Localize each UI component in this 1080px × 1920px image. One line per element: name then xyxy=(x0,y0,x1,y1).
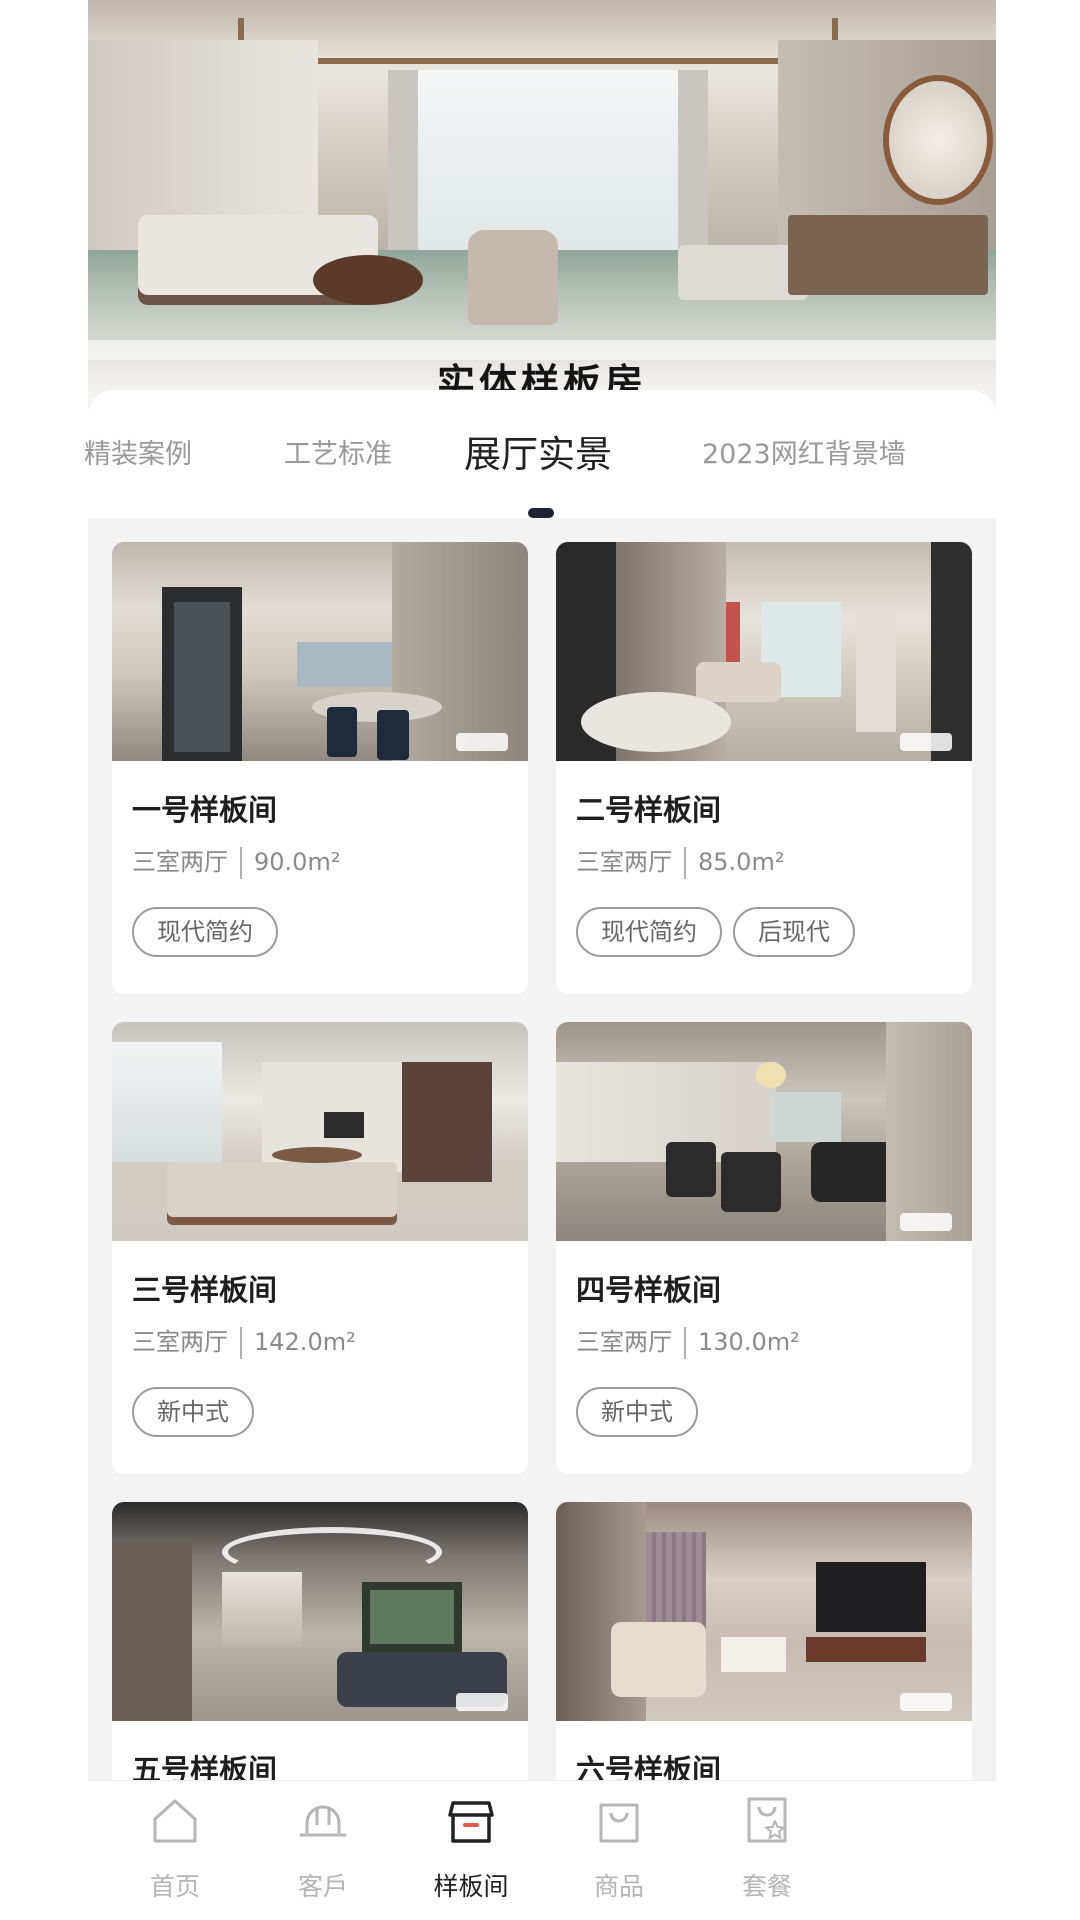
card-meta: 三室两厅 85.0m² xyxy=(576,842,784,879)
tab-label: 2023网红背景墙 xyxy=(702,439,906,470)
card-photo xyxy=(556,1502,972,1721)
style-tags: 新中式 xyxy=(132,1387,265,1437)
card-photo xyxy=(112,1022,528,1241)
banner-desk xyxy=(788,215,988,295)
meta-divider xyxy=(240,847,242,879)
tab-label: 展厅实景 xyxy=(464,433,612,476)
card-meta: 三室两厅 142.0m² xyxy=(132,1322,356,1359)
banner-armchair xyxy=(468,230,558,325)
showroom-grid: 一号样板间 三室两厅 90.0m² 现代简约 二号样板间 三室两厅 85.0m²… xyxy=(88,518,996,1780)
room-layout: 三室两厅 xyxy=(132,848,228,876)
room-area: 90.0m² xyxy=(254,848,341,876)
card-photo xyxy=(556,1022,972,1241)
card-photo xyxy=(556,542,972,761)
watermark-badge xyxy=(456,733,508,751)
card-photo xyxy=(112,542,528,761)
showroom-banner[interactable]: 实体样板房 xyxy=(88,0,996,410)
shopping-bag-icon xyxy=(599,1803,639,1843)
bottom-navigation: 首页 客戶 样板间 商品 套餐 xyxy=(88,1780,996,1920)
card-photo xyxy=(112,1502,528,1721)
meta-divider xyxy=(240,1327,242,1359)
style-tags: 现代简约 后现代 xyxy=(576,907,866,957)
tab-feature-walls[interactable]: 2023网红背景墙 xyxy=(702,390,906,520)
tab-finished-cases[interactable]: 精装案例 xyxy=(84,390,192,520)
showroom-card-6[interactable]: 六号样板间 xyxy=(556,1502,972,1780)
app-screen: 实体样板房 精装案例 工艺标准 展厅实景 2023网红背景墙 一号样板间 三室两… xyxy=(0,0,1080,1920)
store-icon xyxy=(448,1801,494,1843)
meta-divider xyxy=(684,847,686,879)
tab-label: 精装案例 xyxy=(84,439,192,470)
card-title: 五号样板间 xyxy=(132,1753,278,1780)
showroom-card-4[interactable]: 四号样板间 三室两厅 130.0m² 新中式 xyxy=(556,1022,972,1474)
showroom-card-1[interactable]: 一号样板间 三室两厅 90.0m² 现代简约 xyxy=(112,542,528,994)
style-tag[interactable]: 新中式 xyxy=(132,1387,254,1437)
card-title: 六号样板间 xyxy=(576,1753,722,1780)
helmet-icon xyxy=(299,1805,347,1837)
showroom-card-2[interactable]: 二号样板间 三室两厅 85.0m² 现代简约 后现代 xyxy=(556,542,972,994)
watermark-badge xyxy=(456,1693,508,1711)
nav-packages[interactable]: 套餐 xyxy=(677,1781,857,1920)
showroom-card-3[interactable]: 三号样板间 三室两厅 142.0m² 新中式 xyxy=(112,1022,528,1474)
room-photo xyxy=(556,542,972,761)
style-tag[interactable]: 现代简约 xyxy=(576,907,722,957)
room-layout: 三室两厅 xyxy=(132,1328,228,1356)
room-photo xyxy=(112,1502,528,1721)
showroom-card-5[interactable]: 五号样板间 xyxy=(112,1502,528,1780)
room-photo xyxy=(556,1502,972,1721)
card-title: 四号样板间 xyxy=(576,1273,722,1307)
room-area: 130.0m² xyxy=(698,1328,800,1356)
room-photo xyxy=(556,1022,972,1241)
style-tag[interactable]: 现代简约 xyxy=(132,907,278,957)
card-meta: 三室两厅 130.0m² xyxy=(576,1322,800,1359)
category-tabs: 精装案例 工艺标准 展厅实景 2023网红背景墙 xyxy=(84,390,996,520)
tab-craft-standards[interactable]: 工艺标准 xyxy=(284,390,392,520)
banner-ceiling-frame xyxy=(238,18,838,64)
room-photo xyxy=(112,542,528,761)
style-tag[interactable]: 后现代 xyxy=(733,907,855,957)
banner-round-mirror xyxy=(883,75,993,205)
room-area: 142.0m² xyxy=(254,1328,356,1356)
room-layout: 三室两厅 xyxy=(576,848,672,876)
card-title: 一号样板间 xyxy=(132,793,278,827)
package-star-icon xyxy=(747,1797,787,1843)
tab-label: 工艺标准 xyxy=(284,439,392,470)
style-tags: 现代简约 xyxy=(132,907,289,957)
style-tags: 新中式 xyxy=(576,1387,709,1437)
banner-coffee-table xyxy=(313,255,423,305)
meta-divider xyxy=(684,1327,686,1359)
tab-showroom[interactable]: 展厅实景 xyxy=(464,390,612,520)
room-photo xyxy=(112,1022,528,1241)
card-meta: 三室两厅 90.0m² xyxy=(132,842,340,879)
style-tag[interactable]: 新中式 xyxy=(576,1387,698,1437)
card-title: 三号样板间 xyxy=(132,1273,278,1307)
nav-label: 套餐 xyxy=(741,1872,792,1901)
room-area: 85.0m² xyxy=(698,848,785,876)
tab-active-indicator xyxy=(528,508,554,518)
watermark-badge xyxy=(900,1213,952,1231)
watermark-badge xyxy=(900,733,952,751)
card-title: 二号样板间 xyxy=(576,793,722,827)
room-layout: 三室两厅 xyxy=(576,1328,672,1356)
home-icon xyxy=(153,1799,197,1843)
watermark-badge xyxy=(900,1693,952,1711)
